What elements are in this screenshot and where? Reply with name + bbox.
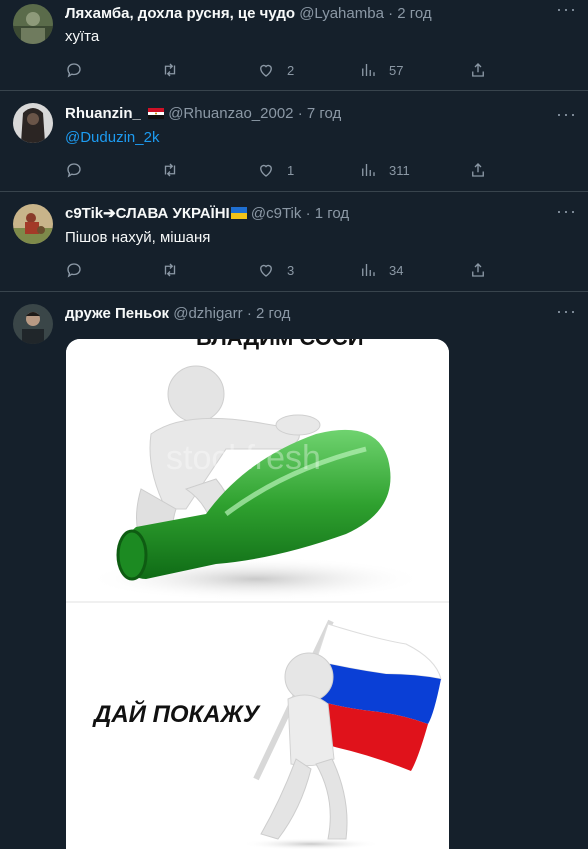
timestamp[interactable]: · 1 год bbox=[306, 205, 350, 222]
avatar[interactable] bbox=[13, 304, 53, 344]
display-name[interactable]: друже Пеньок bbox=[65, 305, 169, 322]
handle[interactable]: @Rhuanzao_2002 bbox=[168, 105, 293, 122]
avatar[interactable] bbox=[13, 4, 53, 44]
tweet-lyahamba[interactable]: Ляхамба, дохла русня, це чудо @Lyahamba … bbox=[0, 0, 588, 91]
like-button[interactable]: 1 bbox=[257, 160, 294, 180]
views-icon bbox=[362, 164, 375, 176]
bottom-caption: ДАЙ ПОКАЖУ bbox=[92, 699, 261, 728]
reply-icon bbox=[67, 63, 81, 78]
share-icon bbox=[472, 263, 484, 277]
like-count: 3 bbox=[287, 262, 295, 278]
retweet-button[interactable] bbox=[161, 260, 179, 280]
handle[interactable]: @Lyahamba bbox=[299, 5, 384, 22]
like-count: 2 bbox=[287, 62, 295, 78]
retweet-button[interactable] bbox=[161, 60, 179, 80]
views-button[interactable]: 34 bbox=[359, 260, 403, 280]
handle[interactable]: @dzhigarr bbox=[173, 305, 242, 322]
retweet-icon bbox=[164, 63, 176, 77]
reply-button[interactable] bbox=[65, 160, 83, 180]
timestamp[interactable]: · 2 год bbox=[247, 305, 291, 322]
like-icon bbox=[260, 64, 272, 77]
mention-link[interactable]: @Duduzin_2k bbox=[65, 128, 159, 148]
reply-icon bbox=[67, 163, 81, 178]
like-icon bbox=[260, 164, 272, 177]
top-caption: ВЛАДИМ СОСИ bbox=[196, 339, 364, 350]
display-name[interactable]: Rhuanzin_ bbox=[65, 105, 141, 122]
views-count: 311 bbox=[389, 162, 410, 178]
views-icon bbox=[362, 64, 375, 76]
views-icon bbox=[362, 264, 375, 276]
tweet-rhuanzin[interactable]: Rhuanzin_ @Rhuanzao_2002 · 7 год ··· @Du… bbox=[0, 91, 588, 192]
tweet-header: Rhuanzin_ @Rhuanzao_2002 · 7 год bbox=[65, 104, 548, 124]
display-name[interactable]: Ляхамба, дохла русня, це чудо bbox=[65, 5, 295, 22]
reply-button[interactable] bbox=[65, 60, 83, 80]
views-count: 57 bbox=[389, 62, 404, 78]
share-button[interactable] bbox=[469, 60, 487, 80]
action-bar: 1 311 bbox=[65, 160, 495, 180]
tweet-text: Пішов нахуй, мішаня bbox=[65, 229, 211, 246]
egypt-flag-icon bbox=[148, 107, 165, 119]
views-count: 34 bbox=[389, 262, 404, 278]
like-button[interactable]: 2 bbox=[257, 60, 294, 80]
reply-button[interactable] bbox=[65, 260, 83, 280]
like-icon bbox=[260, 264, 272, 277]
display-name[interactable]: c9Tik➔СЛАВА УКРАЇНІ bbox=[65, 205, 230, 222]
like-button[interactable]: 3 bbox=[257, 260, 294, 280]
tweet-header: Ляхамба, дохла русня, це чудо @Lyahamba … bbox=[65, 4, 548, 24]
share-icon bbox=[472, 63, 484, 77]
share-button[interactable] bbox=[469, 160, 487, 180]
tweet-c9tik[interactable]: c9Tik➔СЛАВА УКРАЇНІ @c9Tik · 1 год ··· П… bbox=[0, 192, 588, 292]
watermark: stockfresh bbox=[166, 439, 321, 477]
meme-image[interactable]: ВЛАДИМ СОСИ stockfresh ДАЙ ПОКАЖУ bbox=[66, 339, 449, 849]
action-bar: 2 57 bbox=[65, 60, 495, 80]
views-button[interactable]: 311 bbox=[359, 160, 410, 180]
retweet-icon bbox=[164, 163, 176, 177]
retweet-icon bbox=[164, 263, 176, 277]
avatar[interactable] bbox=[13, 204, 53, 244]
tweet-header: c9Tik➔СЛАВА УКРАЇНІ @c9Tik · 1 год bbox=[65, 204, 548, 224]
handle[interactable]: @c9Tik bbox=[251, 205, 302, 222]
retweet-button[interactable] bbox=[161, 160, 179, 180]
more-icon[interactable]: ··· bbox=[556, 302, 576, 324]
ukraine-flag-icon bbox=[230, 207, 247, 220]
tweet-text: хуїта bbox=[65, 28, 100, 45]
share-icon bbox=[472, 163, 484, 177]
timestamp[interactable]: · 7 год bbox=[298, 105, 342, 122]
tweet-header: друже Пеньок @dzhigarr · 2 год bbox=[65, 304, 548, 324]
more-icon[interactable]: ··· bbox=[556, 0, 576, 22]
more-icon[interactable]: ··· bbox=[556, 202, 576, 224]
share-button[interactable] bbox=[469, 260, 487, 280]
like-count: 1 bbox=[287, 162, 295, 178]
avatar[interactable] bbox=[13, 103, 53, 143]
action-bar: 3 34 bbox=[65, 260, 495, 280]
timestamp[interactable]: · 2 год bbox=[388, 5, 432, 22]
more-icon[interactable]: ··· bbox=[556, 105, 576, 127]
views-button[interactable]: 57 bbox=[359, 60, 403, 80]
reply-icon bbox=[67, 263, 81, 278]
